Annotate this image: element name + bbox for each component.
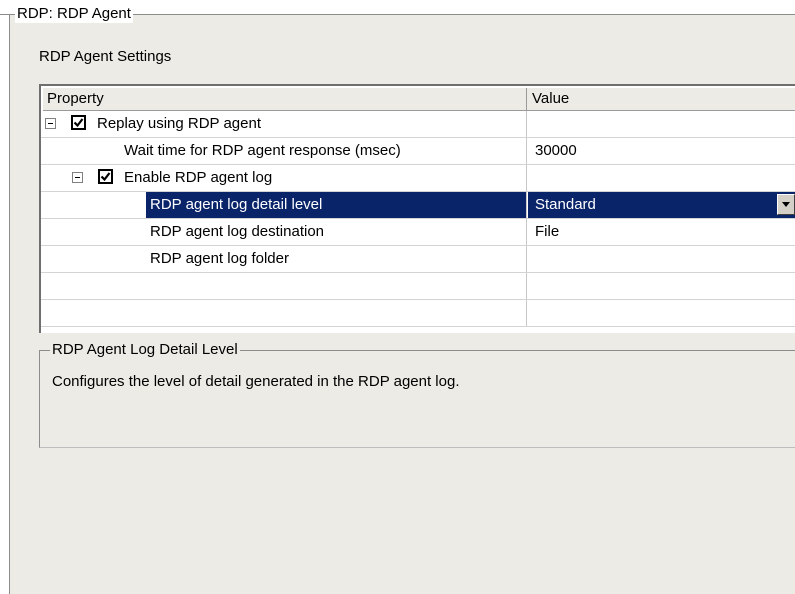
grid-row-wait-time[interactable]: Wait time for RDP agent response (msec) … <box>41 138 795 165</box>
description-text: Configures the level of detail generated… <box>52 373 460 390</box>
property-value[interactable] <box>528 246 795 272</box>
property-value: Standard <box>535 196 596 213</box>
replay-rdp-agent-checkbox[interactable] <box>71 115 86 130</box>
checkmark-icon <box>73 118 84 128</box>
property-value[interactable] <box>528 111 795 137</box>
collapse-icon[interactable] <box>45 118 56 129</box>
property-label: RDP agent log folder <box>150 250 289 267</box>
log-detail-level-select[interactable]: Standard <box>528 192 795 218</box>
property-label: RDP agent log detail level <box>146 192 526 218</box>
checkmark-icon <box>100 172 111 182</box>
collapse-icon[interactable] <box>72 172 83 183</box>
grid-header: Property Value <box>43 88 795 111</box>
enable-log-checkbox[interactable] <box>98 169 113 184</box>
grid-row-enable-rdp-agent-log[interactable]: Enable RDP agent log <box>41 165 795 192</box>
group-frame-tick <box>0 14 9 15</box>
property-value[interactable] <box>528 165 795 191</box>
chevron-down-icon <box>782 202 790 207</box>
description-group: RDP Agent Log Detail Level Configures th… <box>39 341 795 448</box>
dropdown-button[interactable] <box>777 194 795 215</box>
column-header-property[interactable]: Property <box>43 88 527 110</box>
property-grid[interactable]: Property Value Replay using RDP agent Wa… <box>39 84 795 333</box>
property-label: Enable RDP agent log <box>124 169 273 186</box>
grid-row-empty <box>41 273 795 300</box>
grid-row-log-detail-level[interactable]: RDP agent log detail level Standard <box>41 192 795 219</box>
property-label: Wait time for RDP agent response (msec) <box>124 142 401 159</box>
grid-row-replay-using-rdp-agent[interactable]: Replay using RDP agent <box>41 111 795 138</box>
property-label: RDP agent log destination <box>150 223 325 240</box>
settings-label: RDP Agent Settings <box>39 48 172 65</box>
description-title: RDP Agent Log Detail Level <box>50 341 240 359</box>
grid-row-log-folder[interactable]: RDP agent log folder <box>41 246 795 273</box>
grid-row-empty <box>41 300 795 327</box>
column-header-value[interactable]: Value <box>528 88 795 110</box>
group-title: RDP: RDP Agent <box>15 5 133 23</box>
property-label: Replay using RDP agent <box>97 115 261 132</box>
property-value[interactable]: File <box>528 219 795 245</box>
grid-row-log-destination[interactable]: RDP agent log destination File <box>41 219 795 246</box>
property-value[interactable]: 30000 <box>528 138 795 164</box>
